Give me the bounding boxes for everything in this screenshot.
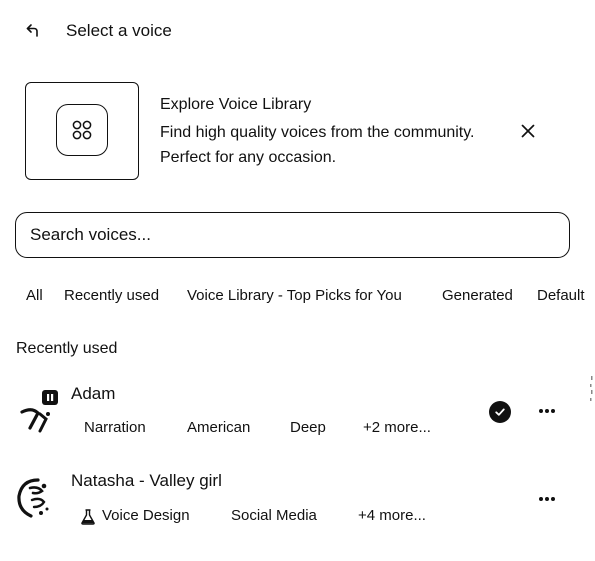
- back-arrow-icon: [26, 24, 38, 37]
- close-banner-button[interactable]: [516, 119, 540, 143]
- close-icon: [521, 124, 535, 138]
- voice-options-button[interactable]: [535, 399, 559, 423]
- flask-icon: [80, 508, 96, 526]
- avatar: [18, 386, 62, 434]
- voice-tags-more[interactable]: +2 more...: [363, 418, 431, 438]
- voice-name: Natasha - Valley girl: [71, 471, 222, 490]
- voice-tag: Voice Design: [102, 507, 190, 524]
- avatar: [14, 476, 54, 520]
- voice-tag: Narration: [84, 419, 146, 436]
- voice-tag: Deep: [290, 419, 326, 436]
- filter-tab-default[interactable]: Default: [537, 286, 585, 306]
- voice-tag: American: [187, 419, 251, 436]
- filter-tab-voice-library-top-picks[interactable]: Voice Library - Top Picks for You: [187, 286, 402, 306]
- more-horizontal-icon: [539, 497, 555, 501]
- more-horizontal-icon: [539, 409, 555, 413]
- filter-tab-recently-used[interactable]: Recently used: [64, 286, 159, 306]
- voice-tag: Social Media: [231, 507, 317, 524]
- filter-tab-generated[interactable]: Generated: [442, 286, 513, 306]
- selected-check-icon: [489, 401, 511, 423]
- filter-tabs: All Recently used Voice Library - Top Pi…: [0, 282, 595, 310]
- scroll-edge-mark: [590, 376, 593, 401]
- page-title: Select a voice: [66, 21, 172, 40]
- back-button[interactable]: [20, 18, 46, 44]
- filter-tab-all[interactable]: All: [26, 286, 43, 306]
- voice-library-icon-box: [56, 104, 108, 156]
- banner-description: Find high quality voices from the commun…: [160, 124, 475, 166]
- search-box: [15, 212, 570, 258]
- voice-options-button[interactable]: [535, 487, 559, 511]
- grid-icon: [72, 120, 92, 140]
- voice-name: Adam: [71, 384, 116, 403]
- banner-title: Explore Voice Library: [160, 96, 312, 113]
- section-title-recently-used: Recently used: [16, 340, 118, 357]
- search-input[interactable]: [30, 213, 550, 256]
- voice-tags-more[interactable]: +4 more...: [358, 506, 426, 526]
